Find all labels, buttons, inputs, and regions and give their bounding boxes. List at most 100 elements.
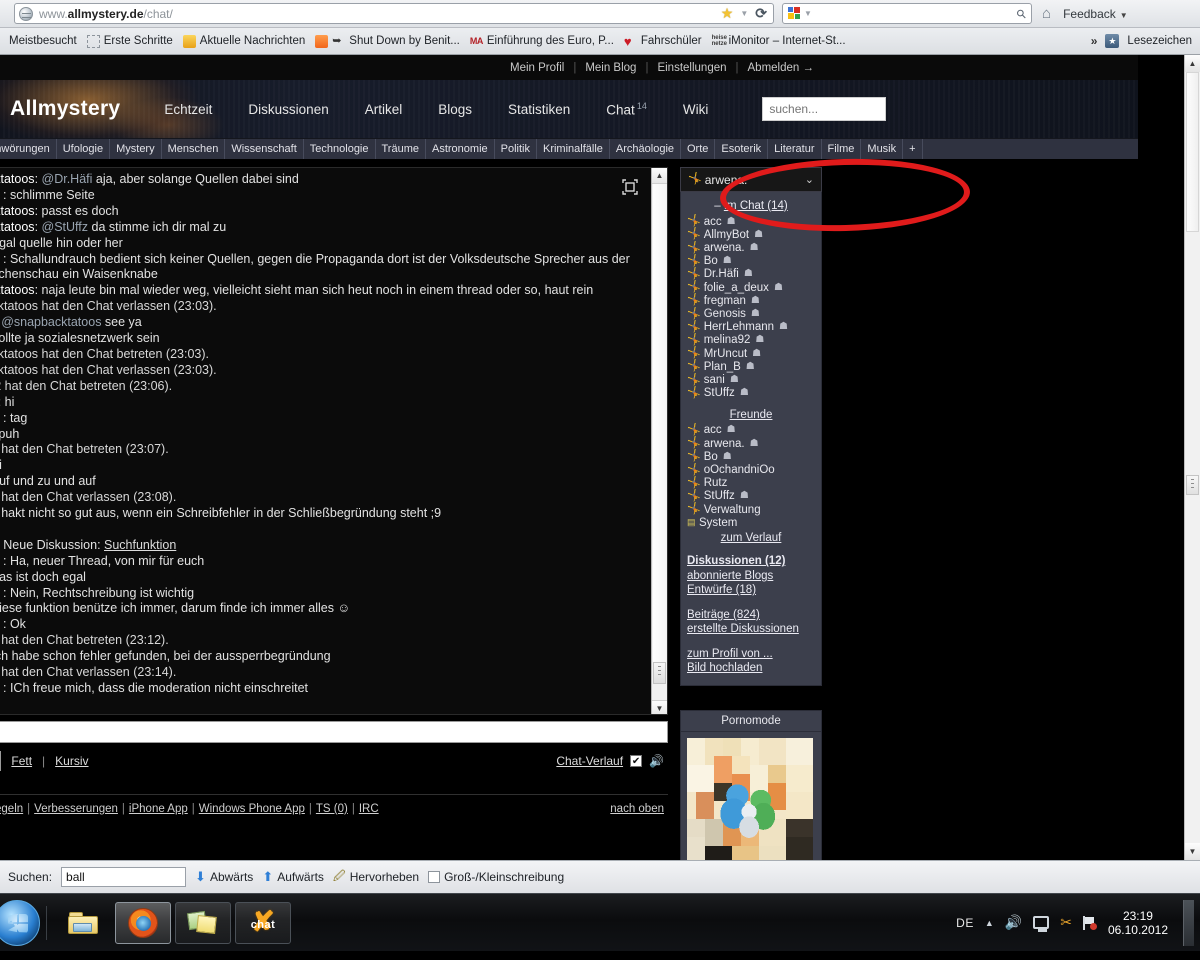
search-icon[interactable]: ⚲ xyxy=(1014,5,1030,21)
in-chat-user-item[interactable]: 🤸 AllmyBot ☗ xyxy=(687,228,815,241)
friend-item[interactable]: 🤸 Verwaltung xyxy=(687,503,815,516)
category--[interactable]: + xyxy=(903,139,923,159)
italic-button[interactable]: Kursiv xyxy=(55,754,88,768)
bookmark-item[interactable]: Erste Schritte xyxy=(82,33,178,50)
taskbar-chat-button[interactable]: ✘ chat xyxy=(235,901,291,944)
chat-scroll-thumb[interactable] xyxy=(653,662,666,684)
bookmark-item[interactable]: ➥ Shut Down by Benit... xyxy=(310,33,465,50)
sidebar-discussions-link[interactable]: abonnierte Blogs xyxy=(687,569,815,584)
username[interactable]: acc xyxy=(704,424,722,436)
in-chat-user-item[interactable]: 🤸 Plan_B ☗ xyxy=(687,360,815,373)
nav-item-echtzeit[interactable]: Echtzeit xyxy=(146,102,230,117)
bookmark-item[interactable]: Meistbesucht xyxy=(4,33,82,49)
category-verschw-rungen[interactable]: Verschwörungen xyxy=(0,139,57,159)
private-message-icon[interactable]: ☗ xyxy=(754,229,763,241)
send-button[interactable]: Senden xyxy=(0,751,2,771)
feedback-button[interactable]: Feedback ▼ xyxy=(1063,7,1128,21)
highlight-all-button[interactable]: 🖉 Hervorheben xyxy=(333,867,419,888)
nav-item-wiki[interactable]: Wiki xyxy=(665,102,727,117)
home-icon[interactable]: ⌂ xyxy=(1042,5,1051,22)
message-link[interactable]: Suchfunktion xyxy=(104,538,176,552)
username[interactable]: System xyxy=(699,517,737,529)
search-engine-chevron-icon[interactable]: ▼ xyxy=(804,9,812,18)
friend-item[interactable]: 🤸 Rutz xyxy=(687,477,815,490)
private-message-icon[interactable]: ☗ xyxy=(750,242,759,254)
browser-search-bar[interactable]: ▼ ⚲ xyxy=(782,3,1032,24)
page-scroll-grip[interactable] xyxy=(1186,475,1199,495)
username[interactable]: Dr.Häfi xyxy=(704,268,739,280)
in-chat-user-item[interactable]: 🤸 acc ☗ xyxy=(687,215,815,228)
username[interactable]: Bo xyxy=(704,451,718,463)
message-nick[interactable]: snapbacktatoos xyxy=(0,220,35,234)
page-scroll-down-icon[interactable]: ▼ xyxy=(1185,843,1200,860)
find-previous-button[interactable]: ⬆ Aufwärts xyxy=(262,869,324,885)
page-scrollbar[interactable]: ▲ ▼ xyxy=(1184,55,1200,860)
bookmark-overflow-chevron-icon[interactable]: » xyxy=(1091,34,1098,48)
chevron-down-icon[interactable]: ⌄ xyxy=(805,173,814,186)
username[interactable]: Verwaltung xyxy=(704,504,761,516)
username[interactable]: oOchandniOo xyxy=(704,464,775,476)
username[interactable]: sani xyxy=(704,374,725,386)
chat-message-input[interactable] xyxy=(0,721,668,743)
chat-scroll-track[interactable] xyxy=(653,184,666,672)
footer-link-4[interactable]: Windows Phone App xyxy=(199,803,305,815)
private-message-icon[interactable]: ☗ xyxy=(740,490,749,502)
in-chat-user-item[interactable]: 🤸 folie_a_deux ☗ xyxy=(687,281,815,294)
category-mystery[interactable]: Mystery xyxy=(110,139,162,159)
chat-scroll-down-icon[interactable]: ▼ xyxy=(652,700,667,714)
category-filme[interactable]: Filme xyxy=(822,139,862,159)
sidebar-posts-link[interactable]: Beiträge (824) xyxy=(687,608,815,623)
category-musik[interactable]: Musik xyxy=(861,139,904,159)
topbar-link-3[interactable]: Abmelden → xyxy=(739,62,823,74)
nav-item-chat[interactable]: Chat 14 xyxy=(588,101,665,118)
username[interactable]: StUffz xyxy=(704,490,735,502)
username[interactable]: Rutz xyxy=(704,477,728,489)
sidebar-profile-link[interactable]: zum Profil von ... xyxy=(687,647,815,662)
collapse-dash-icon[interactable]: – xyxy=(714,200,720,212)
action-center-flag-icon[interactable] xyxy=(1082,915,1097,930)
in-chat-user-item[interactable]: 🤸 arwena. ☗ xyxy=(687,241,815,254)
private-message-icon[interactable]: ☗ xyxy=(755,334,764,346)
username[interactable]: arwena. xyxy=(704,242,745,254)
friend-item[interactable]: 🤸 oOchandniOo xyxy=(687,463,815,476)
in-chat-user-item[interactable]: 🤸 fregman ☗ xyxy=(687,294,815,307)
bookmark-item[interactable]: Aktuelle Nachrichten xyxy=(178,33,310,50)
site-identity-globe-icon[interactable] xyxy=(19,6,33,21)
language-indicator[interactable]: DE xyxy=(956,916,974,930)
username[interactable]: fregman xyxy=(704,295,746,307)
private-message-icon[interactable]: ☗ xyxy=(723,451,732,463)
username[interactable]: folie_a_deux xyxy=(704,282,769,294)
tray-expand-icon[interactable]: ▲ xyxy=(985,918,994,928)
footer-link-3[interactable]: iPhone App xyxy=(129,803,188,815)
username[interactable]: Bo xyxy=(704,255,718,267)
nav-item-diskussionen[interactable]: Diskussionen xyxy=(230,102,346,117)
chat-history-link[interactable]: Chat-Verlauf xyxy=(556,754,623,768)
bold-button[interactable]: Fett xyxy=(11,754,32,768)
sidebar-user-header[interactable]: 🤸 arwena. ⌄ xyxy=(680,167,822,192)
private-message-icon[interactable]: ☗ xyxy=(750,438,759,450)
category-orte[interactable]: Orte xyxy=(681,139,716,159)
private-message-icon[interactable]: ☗ xyxy=(774,282,783,294)
page-scroll-thumb[interactable] xyxy=(1186,72,1199,232)
category-literatur[interactable]: Literatur xyxy=(768,139,822,159)
private-message-icon[interactable]: ☗ xyxy=(751,308,760,320)
chat-scroll-up-icon[interactable]: ▲ xyxy=(652,168,667,184)
private-message-icon[interactable]: ☗ xyxy=(723,255,732,267)
sidebar-discussions-link[interactable]: Entwürfe (18) xyxy=(687,583,815,598)
in-chat-user-item[interactable]: 🤸 Dr.Häfi ☗ xyxy=(687,268,815,281)
nav-item-statistiken[interactable]: Statistiken xyxy=(490,102,588,117)
pornomode-image[interactable] xyxy=(687,737,813,860)
chat-scrollbar[interactable]: ▲ ▼ xyxy=(651,168,667,714)
topbar-link-0[interactable]: Mein Profil xyxy=(501,62,573,74)
sidebar-discussions-link[interactable]: Diskussionen (12) xyxy=(687,554,815,569)
mention[interactable]: @StUffz xyxy=(42,220,89,234)
taskbar-notes-button[interactable] xyxy=(175,901,231,944)
private-message-icon[interactable]: ☗ xyxy=(727,216,736,228)
site-logo[interactable]: Allmystery xyxy=(10,97,120,121)
bookmarks-label[interactable]: Lesezeichen xyxy=(1127,35,1192,47)
username[interactable]: AllmyBot xyxy=(704,229,749,241)
in-chat-user-item[interactable]: 🤸 HerrLehmann ☗ xyxy=(687,321,815,334)
match-case-toggle[interactable]: Groß-/Kleinschreibung xyxy=(428,870,564,884)
mention[interactable]: @snapbacktatoos xyxy=(1,315,101,329)
friend-item[interactable]: 🤸 acc ☗ xyxy=(687,424,815,437)
